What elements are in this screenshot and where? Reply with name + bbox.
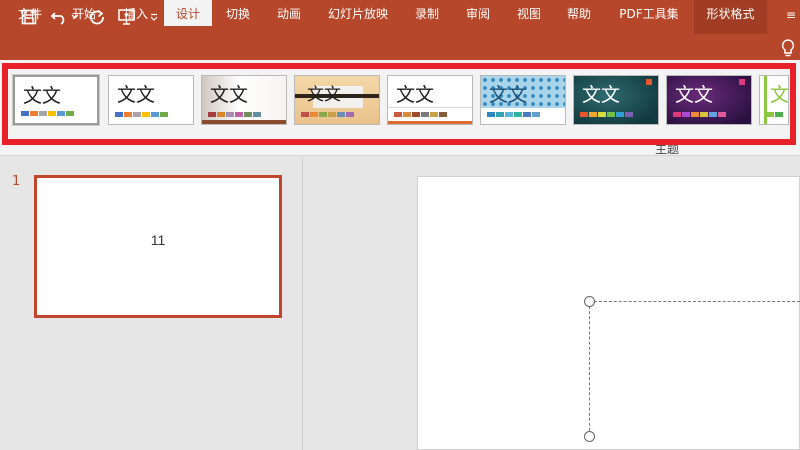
tab-insert[interactable]: 插入: [114, 0, 158, 26]
tab-view[interactable]: 视图: [507, 0, 551, 26]
lightbulb-icon[interactable]: [780, 38, 796, 62]
slide-thumbnail[interactable]: 11: [34, 175, 282, 318]
slide-thumbnail-text: 11: [150, 232, 166, 248]
selected-shape-outline[interactable]: [589, 301, 800, 436]
tab-pdf-tools[interactable]: PDF工具集: [612, 0, 686, 26]
tab-home[interactable]: 开始: [62, 0, 106, 26]
title-overflow-indicator: ≡: [786, 8, 797, 22]
tab-slide-show[interactable]: 幻灯片放映: [322, 0, 394, 26]
tab-review[interactable]: 审阅: [456, 0, 500, 26]
tab-transitions[interactable]: 切换: [216, 0, 260, 26]
tab-design[interactable]: 设计: [164, 0, 212, 26]
highlight-box: [2, 63, 796, 145]
resize-handle-middle-left[interactable]: [584, 431, 595, 442]
tab-animations[interactable]: 动画: [267, 0, 311, 26]
tab-help[interactable]: 帮助: [557, 0, 601, 26]
resize-handle-top-left[interactable]: [584, 296, 595, 307]
tab-shape-format[interactable]: 形状格式: [694, 0, 767, 26]
ribbon-tabs: [0, 34, 800, 60]
tab-file[interactable]: 文件: [8, 0, 52, 26]
slide-number: 1: [12, 174, 21, 189]
tab-record[interactable]: 录制: [405, 0, 449, 26]
